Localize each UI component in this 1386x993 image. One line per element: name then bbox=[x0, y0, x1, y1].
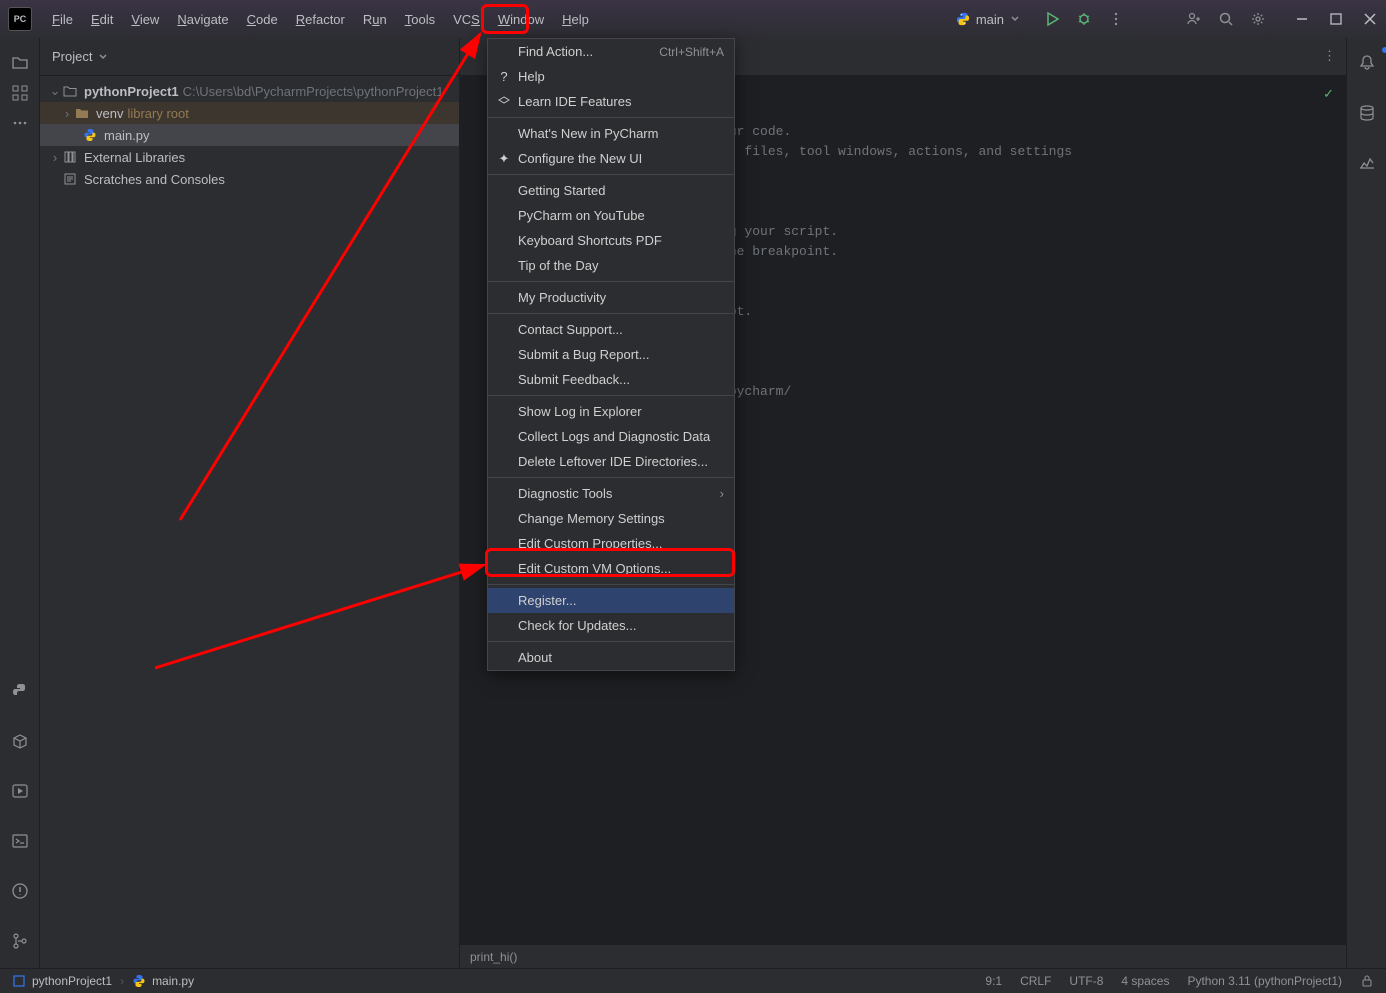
terminal-icon[interactable] bbox=[0, 826, 40, 856]
status-file[interactable]: main.py bbox=[152, 974, 194, 988]
database-icon[interactable] bbox=[1347, 98, 1386, 128]
chevron-right-icon: › bbox=[48, 150, 62, 165]
question-icon: ? bbox=[496, 69, 512, 84]
app-icon: PC bbox=[8, 7, 32, 31]
project-panel-header[interactable]: Project bbox=[40, 38, 459, 76]
folder-icon bbox=[62, 83, 78, 99]
menu-productivity[interactable]: My Productivity bbox=[488, 285, 734, 310]
menu-view[interactable]: View bbox=[123, 8, 167, 31]
debug-icon[interactable] bbox=[1076, 11, 1092, 27]
main-menu: File Edit View Navigate Code Refactor Ru… bbox=[44, 8, 597, 31]
menu-show-log[interactable]: Show Log in Explorer bbox=[488, 399, 734, 424]
tree-venv[interactable]: › venv library root bbox=[40, 102, 459, 124]
search-icon[interactable] bbox=[1218, 11, 1234, 27]
status-lineend[interactable]: CRLF bbox=[1020, 974, 1051, 988]
menu-kbd-pdf[interactable]: Keyboard Shortcuts PDF bbox=[488, 228, 734, 253]
chevron-right-icon: › bbox=[60, 106, 74, 121]
close-icon[interactable] bbox=[1362, 11, 1378, 27]
status-position[interactable]: 9:1 bbox=[985, 974, 1002, 988]
python-console-icon[interactable] bbox=[0, 676, 40, 706]
menu-delete-dirs[interactable]: Delete Leftover IDE Directories... bbox=[488, 449, 734, 474]
project-tree: ⌄ pythonProject1 C:\Users\bd\PycharmProj… bbox=[40, 76, 459, 194]
notifications-icon[interactable] bbox=[1347, 48, 1386, 78]
problems-icon[interactable] bbox=[0, 876, 40, 906]
title-bar: PC File Edit View Navigate Code Refactor… bbox=[0, 0, 1386, 38]
tree-main-py[interactable]: main.py bbox=[40, 124, 459, 146]
run-icon[interactable] bbox=[1044, 11, 1060, 27]
menu-diag-tools[interactable]: Diagnostic Tools› bbox=[488, 481, 734, 506]
tree-root[interactable]: ⌄ pythonProject1 C:\Users\bd\PycharmProj… bbox=[40, 80, 459, 102]
left-toolbar bbox=[0, 38, 40, 968]
menu-run[interactable]: Run bbox=[355, 8, 395, 31]
more-tools-icon[interactable] bbox=[0, 108, 40, 138]
menu-about[interactable]: About bbox=[488, 645, 734, 670]
menu-learn-ide[interactable]: Learn IDE Features bbox=[488, 89, 734, 114]
tree-scratches[interactable]: Scratches and Consoles bbox=[40, 168, 459, 190]
minimize-icon[interactable] bbox=[1294, 11, 1310, 27]
sparkle-icon: ✦ bbox=[496, 151, 512, 167]
menu-bug-report[interactable]: Submit a Bug Report... bbox=[488, 342, 734, 367]
status-indent[interactable]: 4 spaces bbox=[1121, 974, 1169, 988]
library-icon bbox=[62, 149, 78, 165]
menu-navigate[interactable]: Navigate bbox=[169, 8, 236, 31]
menu-tip-of-day[interactable]: Tip of the Day bbox=[488, 253, 734, 278]
python-icon bbox=[956, 12, 970, 26]
menu-tools[interactable]: Tools bbox=[397, 8, 443, 31]
menu-help[interactable]: Help bbox=[554, 8, 597, 31]
menu-edit[interactable]: Edit bbox=[83, 8, 121, 31]
services-icon[interactable] bbox=[0, 776, 40, 806]
learn-icon bbox=[496, 95, 512, 109]
menu-window[interactable]: Window bbox=[490, 8, 552, 31]
menu-find-action[interactable]: Find Action...Ctrl+Shift+A bbox=[488, 39, 734, 64]
packages-icon[interactable] bbox=[0, 726, 40, 756]
collaborate-icon[interactable] bbox=[1186, 11, 1202, 27]
menu-file[interactable]: File bbox=[44, 8, 81, 31]
editor-options-icon[interactable]: ⋮ bbox=[1323, 48, 1336, 64]
sciview-icon[interactable] bbox=[1347, 148, 1386, 178]
status-encoding[interactable]: UTF-8 bbox=[1069, 974, 1103, 988]
maximize-icon[interactable] bbox=[1328, 11, 1344, 27]
breadcrumb-bar[interactable]: print_hi() bbox=[460, 944, 1346, 968]
menu-getting-started[interactable]: Getting Started bbox=[488, 178, 734, 203]
menu-custom-props[interactable]: Edit Custom Properties... bbox=[488, 531, 734, 556]
more-icon[interactable] bbox=[1108, 11, 1124, 27]
python-file-icon bbox=[132, 974, 146, 988]
chevron-down-icon bbox=[1010, 14, 1020, 24]
status-project[interactable]: pythonProject1 bbox=[32, 974, 112, 988]
menu-feedback[interactable]: Submit Feedback... bbox=[488, 367, 734, 392]
settings-icon[interactable] bbox=[1250, 11, 1266, 27]
run-config-selector[interactable]: main bbox=[948, 10, 1028, 29]
menu-code[interactable]: Code bbox=[239, 8, 286, 31]
status-interpreter[interactable]: Python 3.11 (pythonProject1) bbox=[1187, 974, 1342, 988]
menu-whats-new[interactable]: What's New in PyCharm bbox=[488, 121, 734, 146]
menu-collect-logs[interactable]: Collect Logs and Diagnostic Data bbox=[488, 424, 734, 449]
menu-refactor[interactable]: Refactor bbox=[288, 8, 353, 31]
chevron-right-icon: › bbox=[720, 486, 724, 501]
menu-vcs[interactable]: VCS bbox=[445, 8, 488, 31]
chevron-down-icon: ⌄ bbox=[48, 83, 62, 99]
menu-contact-support[interactable]: Contact Support... bbox=[488, 317, 734, 342]
module-icon bbox=[12, 974, 26, 988]
menu-register[interactable]: Register... bbox=[488, 588, 734, 613]
right-toolbar bbox=[1346, 38, 1386, 968]
menu-configure-ui[interactable]: ✦Configure the New UI bbox=[488, 146, 734, 171]
menu-custom-vm[interactable]: Edit Custom VM Options... bbox=[488, 556, 734, 581]
scratch-icon bbox=[62, 171, 78, 187]
project-panel: Project ⌄ pythonProject1 C:\Users\bd\Pyc… bbox=[40, 38, 460, 968]
project-tool-icon[interactable] bbox=[0, 48, 40, 78]
lock-icon[interactable] bbox=[1360, 974, 1374, 988]
vcs-icon[interactable] bbox=[0, 926, 40, 956]
menu-youtube[interactable]: PyCharm on YouTube bbox=[488, 203, 734, 228]
status-bar: pythonProject1 › main.py 9:1 CRLF UTF-8 … bbox=[0, 968, 1386, 993]
structure-tool-icon[interactable] bbox=[0, 78, 40, 108]
menu-check-updates[interactable]: Check for Updates... bbox=[488, 613, 734, 638]
menu-memory[interactable]: Change Memory Settings bbox=[488, 506, 734, 531]
python-file-icon bbox=[82, 127, 98, 143]
run-config-name: main bbox=[976, 12, 1004, 27]
chevron-down-icon bbox=[98, 52, 108, 62]
folder-icon bbox=[74, 105, 90, 121]
menu-help-item[interactable]: ?Help bbox=[488, 64, 734, 89]
help-dropdown: Find Action...Ctrl+Shift+A ?Help Learn I… bbox=[487, 38, 735, 671]
tree-external-libs[interactable]: › External Libraries bbox=[40, 146, 459, 168]
